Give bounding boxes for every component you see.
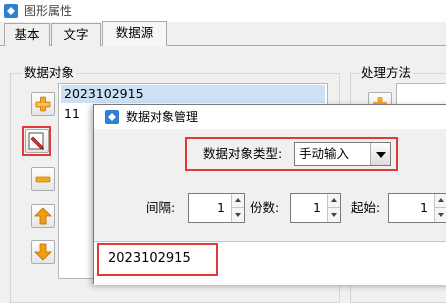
- list-item-selected[interactable]: 2023102915: [61, 85, 325, 103]
- start-stepper[interactable]: 1: [388, 193, 446, 223]
- start-stepper-buttons[interactable]: [434, 194, 446, 222]
- window-titlebar: 图形属性: [0, 0, 446, 22]
- dialog-title: 数据对象管理: [126, 110, 199, 124]
- chevron-down-icon: [376, 152, 386, 158]
- plus-icon: [35, 96, 51, 112]
- start-label: 起始:: [351, 200, 381, 215]
- interval-stepper[interactable]: 1: [188, 193, 245, 223]
- interval-decrement-button[interactable]: [232, 208, 244, 222]
- window-title: 图形属性: [24, 4, 73, 18]
- data-object-manager-dialog: 数据对象管理 数据对象类型: 手动输入 间隔: 1 份数: 1 起始: 1 20…: [93, 104, 446, 285]
- copies-decrement-button[interactable]: [328, 208, 340, 222]
- data-object-heading: 数据对象: [22, 65, 77, 81]
- content-value: 2023102915: [108, 251, 191, 266]
- caret-up-icon: [331, 198, 337, 202]
- interval-increment-button[interactable]: [232, 194, 244, 208]
- caret-up-icon: [438, 198, 444, 202]
- remove-button[interactable]: [31, 167, 55, 191]
- tab-text[interactable]: 文字: [51, 23, 101, 46]
- interval-stepper-buttons[interactable]: [231, 194, 244, 222]
- type-select[interactable]: 手动输入: [294, 142, 391, 166]
- add-button[interactable]: [31, 92, 55, 116]
- type-label: 数据对象类型:: [203, 146, 283, 161]
- caret-down-icon: [331, 213, 337, 217]
- interval-label: 间隔:: [146, 200, 176, 215]
- copies-label: 份数:: [250, 200, 280, 215]
- type-select-value: 手动输入: [299, 146, 350, 161]
- move-down-button[interactable]: [31, 240, 55, 264]
- start-increment-button[interactable]: [435, 194, 446, 208]
- tab-basic[interactable]: 基本: [4, 23, 50, 46]
- copies-stepper[interactable]: 1: [290, 193, 341, 223]
- type-select-dropdown-button[interactable]: [370, 143, 390, 165]
- arrow-down-icon: [34, 243, 52, 261]
- move-up-button[interactable]: [31, 204, 55, 228]
- processing-heading: 处理方法: [359, 65, 414, 81]
- caret-down-icon: [235, 213, 241, 217]
- minus-icon: [35, 176, 51, 183]
- arrow-up-icon: [34, 207, 52, 225]
- tab-datasource[interactable]: 数据源: [102, 21, 167, 46]
- start-value: 1: [420, 200, 428, 215]
- dialog-titlebar: 数据对象管理: [94, 105, 446, 129]
- copies-value: 1: [313, 200, 321, 215]
- caret-up-icon: [235, 198, 241, 202]
- copies-increment-button[interactable]: [328, 194, 340, 208]
- copies-stepper-buttons[interactable]: [327, 194, 340, 222]
- app-icon: [3, 3, 19, 19]
- edit-button[interactable]: [25, 129, 49, 153]
- pencil-edit-icon: [28, 132, 44, 150]
- interval-value: 1: [217, 200, 225, 215]
- dialog-app-icon: [104, 109, 120, 125]
- start-decrement-button[interactable]: [435, 208, 446, 222]
- caret-down-icon: [438, 213, 444, 217]
